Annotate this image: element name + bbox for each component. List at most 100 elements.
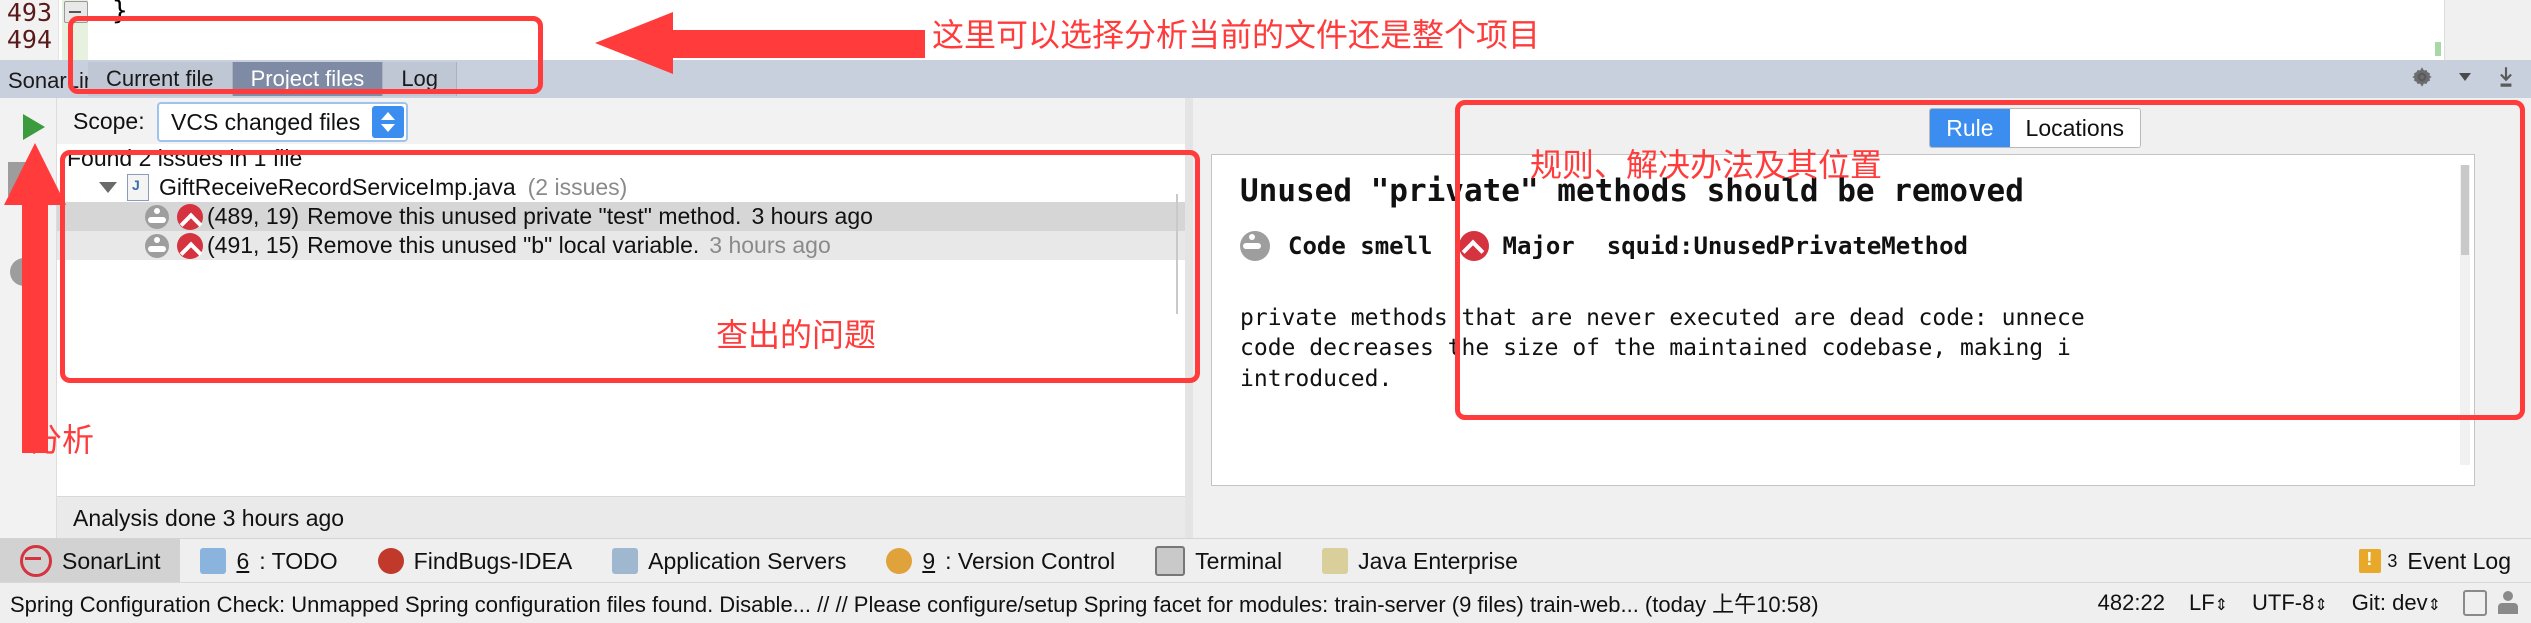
rule-body-line: private methods that are never executed … — [1240, 305, 2085, 331]
status-bar: Spring Configuration Check: Unmapped Spr… — [0, 582, 2531, 623]
scope-row: Scope: VCS changed files — [57, 98, 1185, 144]
tree-scrollbar[interactable] — [1171, 194, 1183, 314]
chevron-updown-icon[interactable] — [372, 106, 405, 138]
rule-tab-strip: Rule Locations — [1929, 108, 2141, 148]
line-separator[interactable]: LF⇕ — [2177, 590, 2240, 616]
file-issue-count: (2 issues) — [527, 174, 628, 200]
tab-locations[interactable]: Locations — [2009, 109, 2140, 147]
rule-description-box: Unused "private" methods should be remov… — [1211, 154, 2475, 486]
tab-current-file[interactable]: Current file — [88, 62, 233, 96]
rule-body-line: introduced. — [1240, 365, 1393, 392]
event-log-label: Event Log — [2407, 547, 2511, 574]
tab-log[interactable]: Log — [383, 62, 458, 96]
analysis-status: Analysis done 3 hours ago — [73, 504, 345, 531]
rule-body: private methods that are never executed … — [1240, 303, 2474, 394]
sonarlint-screenshot: 493 494 } SonarLint: Current file Projec… — [0, 0, 2531, 623]
stop-icon[interactable] — [8, 162, 42, 196]
rule-key: squid:UnusedPrivateMethod — [1606, 232, 1968, 260]
tree-row-file[interactable]: GiftReceiveRecordServiceImp.java (2 issu… — [57, 173, 1185, 202]
tool-window-findbugs[interactable]: FindBugs-IDEA — [358, 539, 593, 583]
code-text: } — [112, 0, 128, 26]
app-servers-icon — [612, 548, 639, 574]
tool-window-number: 6 — [236, 547, 250, 574]
file-encoding[interactable]: UTF-8⇕ — [2240, 590, 2340, 616]
issue-time: 3 hours ago — [709, 232, 831, 258]
tool-window-label: : Version Control — [945, 547, 1116, 574]
event-log-count: 3 — [2387, 550, 2398, 571]
tool-window-application-servers[interactable]: Application Servers — [592, 539, 866, 583]
tool-window-java-enterprise[interactable]: Java Enterprise — [1302, 539, 1538, 583]
run-analysis-button[interactable] — [10, 102, 46, 140]
tool-window-terminal[interactable]: Terminal — [1135, 539, 1302, 583]
rule-type: Code smell — [1288, 232, 1433, 260]
event-log-button[interactable]: 3 Event Log — [2339, 539, 2531, 583]
tool-window-version-control[interactable]: 9 : Version Control — [866, 539, 1135, 583]
table-row[interactable]: (491, 15) Remove this unused "b" local v… — [57, 231, 1185, 260]
run-analysis-icon — [23, 114, 45, 140]
major-severity-icon — [177, 203, 203, 230]
gear-icon[interactable] — [2409, 64, 2435, 90]
tool-window-label: : TODO — [259, 547, 338, 574]
caret-position[interactable]: 482:22 — [2086, 590, 2177, 616]
panel-splitter[interactable] — [1185, 98, 1193, 538]
clear-icon[interactable] — [10, 258, 38, 286]
tab-project-files[interactable]: Project files — [232, 62, 384, 96]
scope-value: VCS changed files — [171, 108, 361, 135]
analysis-status-row: Analysis done 3 hours ago — [57, 496, 1185, 539]
tool-window-sonarlint[interactable]: SonarLint — [0, 539, 181, 583]
sonarlint-icon — [20, 545, 52, 577]
code-smell-icon — [1240, 231, 1270, 261]
table-row[interactable]: (489, 19) Remove this unused private "te… — [57, 202, 1185, 231]
file-name: GiftReceiveRecordServiceImp.java — [159, 174, 516, 200]
code-fold-icon[interactable] — [64, 1, 88, 23]
tool-window-label: Java Enterprise — [1358, 547, 1518, 574]
tool-window-label: SonarLint — [62, 547, 161, 574]
editor-right-pane — [2444, 0, 2531, 60]
rule-meta: Code smell Major squid:UnusedPrivateMeth… — [1240, 231, 2474, 261]
tool-window-todo[interactable]: 6 : TODO — [180, 539, 357, 583]
tool-window-label: Application Servers — [648, 547, 847, 574]
editor-strip: 493 494 } — [0, 0, 2531, 60]
rule-title: Unused "private" methods should be remov… — [1240, 173, 2024, 209]
tool-window-label: Terminal — [1195, 547, 1283, 574]
lock-icon[interactable] — [2463, 590, 2487, 616]
git-branch[interactable]: Git: dev⇕ — [2340, 590, 2453, 616]
line-number: 494 — [6, 25, 52, 54]
todo-icon — [200, 548, 227, 574]
rule-body-line: code decreases the size of the maintaine… — [1240, 335, 2071, 362]
major-severity-icon — [1458, 231, 1489, 261]
status-message[interactable]: Spring Configuration Check: Unmapped Spr… — [0, 587, 1819, 619]
major-severity-icon — [177, 232, 203, 259]
code-smell-icon — [145, 204, 169, 229]
issues-panel: Scope: VCS changed files Found 2 issues … — [57, 98, 1185, 539]
chevron-down-icon[interactable] — [99, 182, 117, 193]
tab-rule[interactable]: Rule — [1930, 109, 2010, 147]
issues-summary-label: Found 2 issues in 1 file — [67, 145, 303, 171]
warning-icon — [2359, 549, 2382, 573]
issue-location: (489, 19) — [207, 203, 300, 229]
sonarlint-header-icons — [2409, 64, 2519, 90]
issues-tree[interactable]: Found 2 issues in 1 file GiftReceiveReco… — [57, 144, 1185, 496]
scope-dropdown[interactable]: VCS changed files — [157, 102, 409, 142]
findbugs-icon — [377, 548, 404, 574]
analysis-toolbar — [0, 98, 57, 538]
issue-time: 3 hours ago — [751, 203, 873, 229]
tool-window-label: FindBugs-IDEA — [413, 547, 573, 574]
issues-summary: Found 2 issues in 1 file — [57, 144, 1185, 173]
version-control-icon — [886, 548, 913, 574]
rule-panel: Rule Locations Unused "private" methods … — [1193, 98, 2531, 538]
tool-window-number: 9 — [922, 547, 936, 574]
issue-message: Remove this unused "b" local variable. — [307, 232, 700, 258]
tool-window-bar: SonarLint 6 : TODO FindBugs-IDEA Applica… — [0, 538, 2531, 583]
inspector-icon[interactable] — [2497, 591, 2519, 615]
java-file-icon — [127, 174, 149, 201]
terminal-icon — [1155, 546, 1186, 576]
hide-window-icon[interactable] — [2493, 64, 2519, 90]
sonarlint-main: Scope: VCS changed files Found 2 issues … — [0, 98, 2531, 539]
scope-label: Scope: — [73, 108, 145, 134]
issue-location: (491, 15) — [207, 232, 300, 258]
chevron-down-icon[interactable] — [2459, 73, 2471, 81]
rule-scrollbar[interactable] — [2460, 165, 2470, 465]
editor-gutter: 493 494 — [0, 0, 59, 60]
sonarlint-header-bar: SonarLint: Current file Project files Lo… — [0, 60, 2531, 99]
